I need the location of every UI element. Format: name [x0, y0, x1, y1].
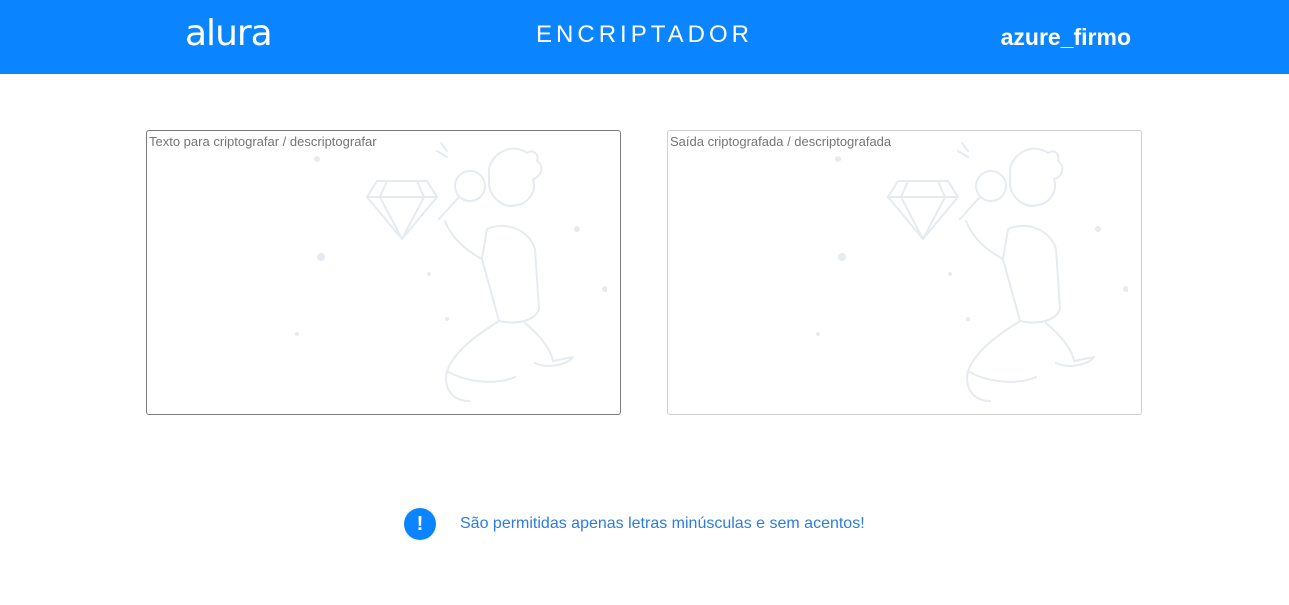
- output-panel: [667, 130, 1142, 415]
- exclamation-icon: !: [404, 508, 436, 540]
- username-label: azure_firmo: [1000, 24, 1131, 50]
- input-panel: [146, 130, 621, 415]
- notice-text: São permitidas apenas letras minúsculas …: [460, 515, 865, 532]
- output-textarea[interactable]: [668, 131, 1141, 414]
- top-header: alura ENCRIPTADOR azure_firmo: [0, 0, 1289, 74]
- input-textarea[interactable]: [147, 131, 620, 414]
